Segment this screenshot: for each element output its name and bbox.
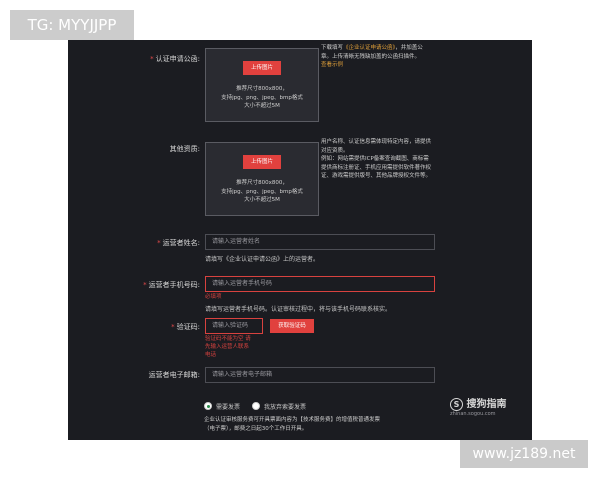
invoice-skip-label[interactable]: 我放弃索要发票 xyxy=(264,402,306,411)
operator-email-input[interactable]: 请输入运营者电子邮箱 xyxy=(205,367,435,383)
invoice-need-radio[interactable] xyxy=(204,402,212,410)
get-verify-code-button[interactable]: 获取验证码 xyxy=(270,319,314,333)
operator-name-label: * 运营者姓名: xyxy=(157,239,200,247)
form-panel: * 认证申请公函: 上传图片 推荐尺寸800x800， 支持jpg、png、jpe… xyxy=(68,40,532,440)
certificate-note: 下载填写《企业认证申请公函》，并加盖公 章。上传清晰无残缺加盖的公函扫描件。 查… xyxy=(321,44,445,70)
sogou-logo: S 搜狗指南 xyxy=(450,397,506,411)
other-qualification-upload-hint: 推荐尺寸800x800， 支持jpg、png、jpeg、bmp格式 大小不超过5… xyxy=(221,180,303,203)
certificate-template-link[interactable]: 《企业认证申请公函》 xyxy=(343,45,395,51)
certificate-upload-box[interactable]: 上传图片 推荐尺寸800x800， 支持jpg、png、jpeg、bmp格式 大… xyxy=(205,48,319,122)
top-left-tag: TG: MYYJJPP xyxy=(10,10,134,40)
other-qualification-note: 用户名称、认证信息需体现特定内容，请提供 对应资质。 例如：网站需提供ICP备案… xyxy=(321,139,432,179)
other-qualification-label: 其他资质: xyxy=(169,145,200,153)
certificate-upload-button[interactable]: 上传图片 xyxy=(243,61,281,75)
verify-code-input[interactable]: 请输入验证码 xyxy=(205,318,263,334)
operator-email-label: 运营者电子邮箱: xyxy=(148,371,200,379)
operator-phone-error: 必填项 xyxy=(205,294,222,300)
invoice-skip-radio[interactable] xyxy=(252,402,260,410)
sogou-s-icon: S xyxy=(450,397,463,411)
operator-phone-hint: 请填写运营者手机号码。认证审核过程中，将与该手机号码联系核实。 xyxy=(205,306,392,313)
other-qualification-upload-box[interactable]: 上传图片 推荐尺寸800x800， 支持jpg、png、jpeg、bmp格式 大… xyxy=(205,142,319,216)
operator-name-hint: 请填写《企业认证申请公函》上的运营者。 xyxy=(205,256,320,263)
operator-name-input[interactable]: 请输入运营者姓名 xyxy=(205,234,435,250)
certificate-upload-hint: 推荐尺寸800x800， 支持jpg、png、jpeg、bmp格式 大小不超过5… xyxy=(221,86,303,109)
verify-code-label: * 验证码: xyxy=(171,323,200,331)
verify-code-error: 验证码不能为空 请 先输入运营人联系 电话 xyxy=(205,336,251,358)
sogou-watermark: S 搜狗指南 zhinan.sogou.com xyxy=(450,392,506,417)
invoice-note: 企业认证审核服务费可开具票面内容为【技术服务费】的增值税普通发票 （电子票），邮… xyxy=(204,417,381,432)
operator-phone-label: * 运营者手机号码: xyxy=(143,281,200,289)
bottom-right-tag: www.jz189.net xyxy=(460,440,588,468)
other-qualification-upload-button[interactable]: 上传图片 xyxy=(243,155,281,169)
invoice-need-label[interactable]: 需要发票 xyxy=(216,402,240,411)
certificate-label: * 认证申请公函: xyxy=(150,55,200,63)
operator-phone-input[interactable]: 请输入运营者手机号码 xyxy=(205,276,435,292)
view-example-link[interactable]: 查看示例 xyxy=(321,61,445,70)
sogou-url: zhinan.sogou.com xyxy=(450,411,496,417)
